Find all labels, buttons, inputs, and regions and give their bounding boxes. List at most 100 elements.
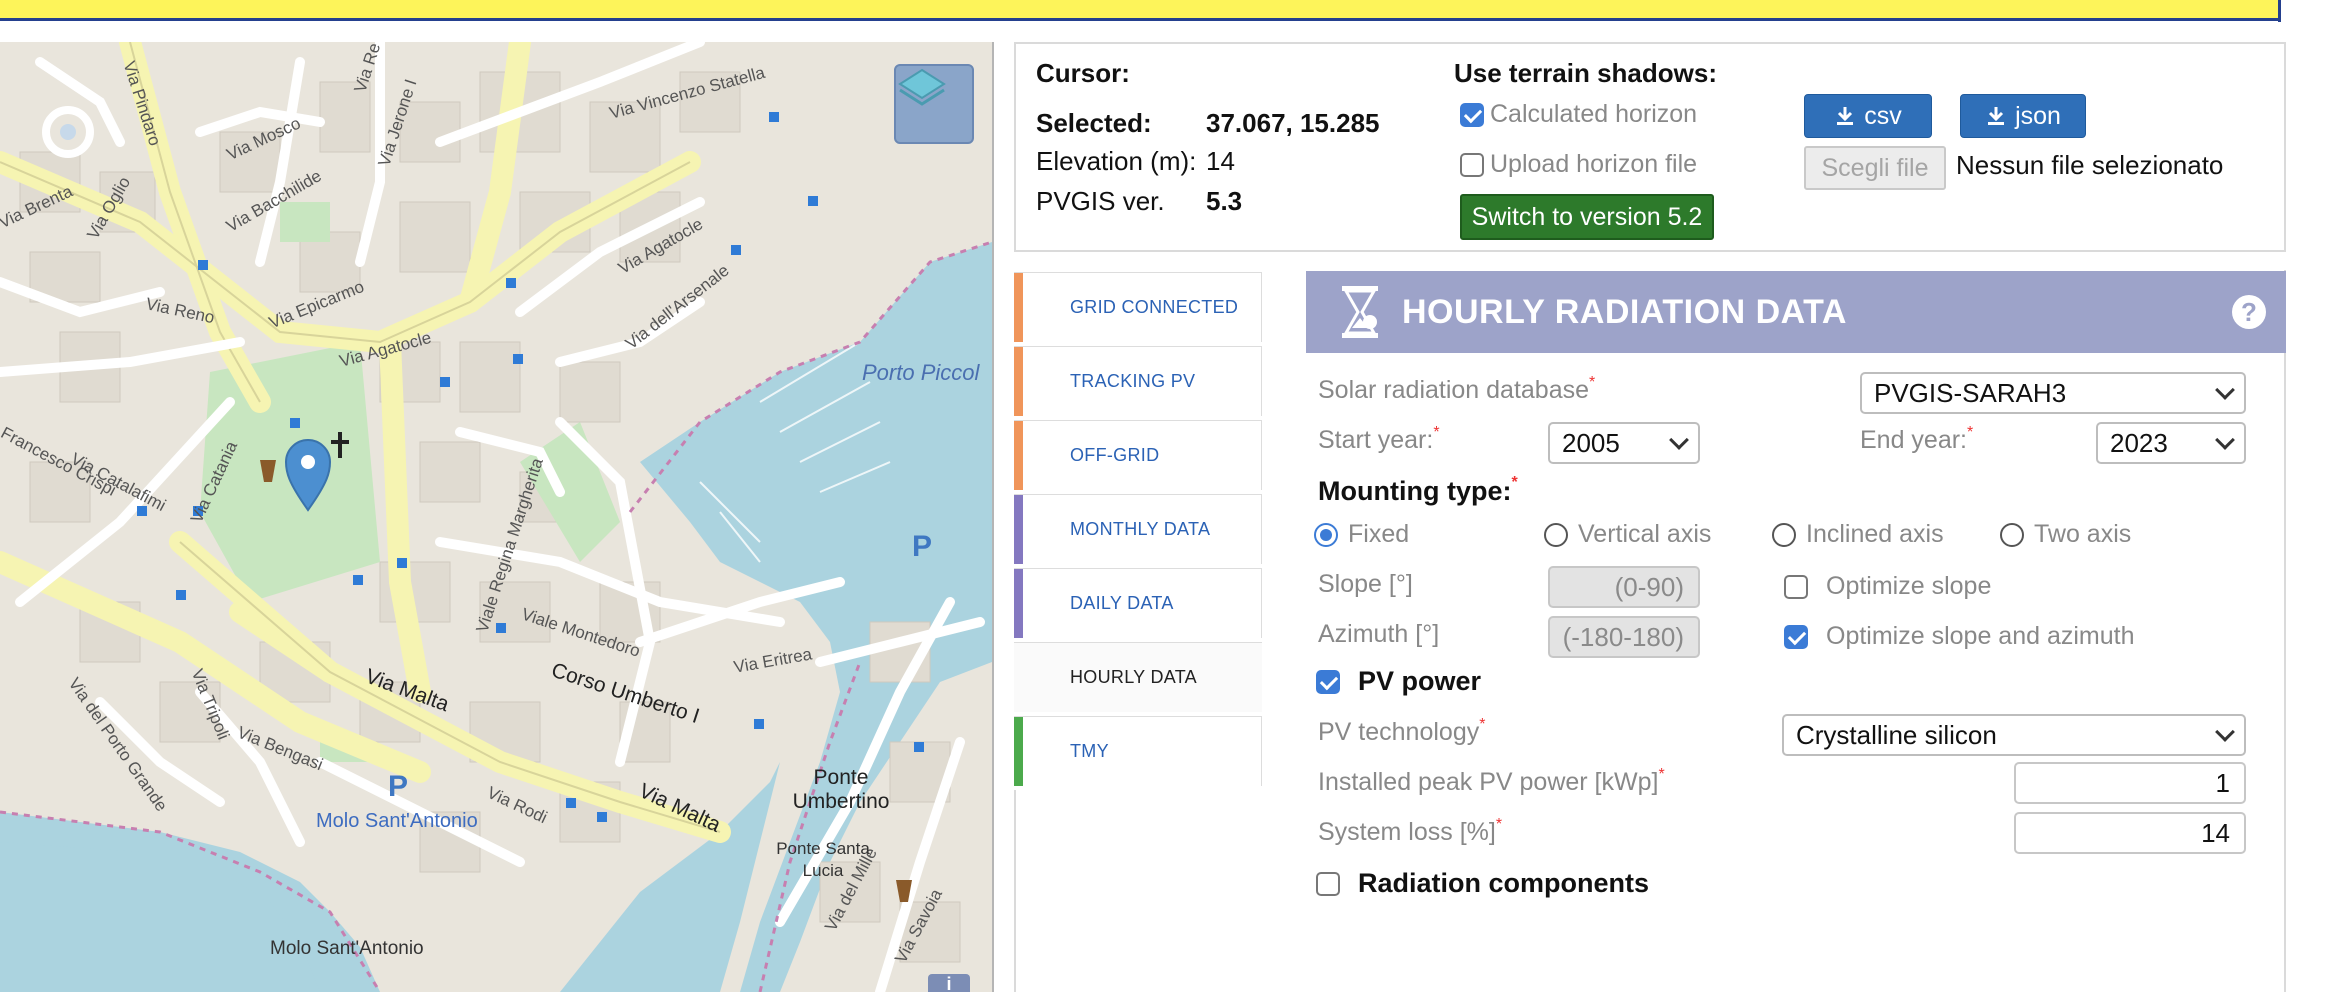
two-axis-label: Two axis (2034, 520, 2132, 548)
mounting-option-vertical-axis[interactable]: Vertical axis (1544, 520, 1711, 549)
download-icon (1988, 107, 2005, 125)
required-mark: * (1433, 424, 1440, 441)
inclined-axis-label: Inclined axis (1806, 520, 1944, 548)
download-json-button[interactable]: json (1960, 94, 2086, 138)
parking-icon: P (912, 530, 933, 563)
optimize-slope-azimuth-option[interactable]: Optimize slope and azimuth (1784, 622, 2134, 651)
panel-border (2284, 270, 2286, 992)
map-place-label: Molo Sant'Antonio (270, 938, 424, 959)
calculated-horizon-checkbox[interactable] (1460, 102, 1484, 127)
layers-button[interactable] (894, 64, 974, 144)
solar-db-value: PVGIS-SARAH3 (1874, 377, 2067, 408)
required-mark: * (1511, 474, 1518, 491)
map-view[interactable]: Via Pindaro Via Re Jerone II Via Vincenz… (0, 42, 994, 992)
chevron-down-icon (2215, 380, 2235, 400)
slope-input[interactable]: (0-90) (1548, 566, 1700, 608)
choose-file-button[interactable]: Scegli file (1804, 146, 1946, 190)
mounting-type-label-text: Mounting type: (1318, 476, 1512, 506)
tab-label: TMY (1070, 741, 1109, 761)
azimuth-input[interactable]: (-180-180) (1548, 616, 1700, 658)
pvgis-version-value: 5.3 (1206, 186, 1243, 216)
selected-coordinates: 37.067, 15.285 (1206, 108, 1380, 138)
required-mark: * (1967, 424, 1974, 441)
top-banner (0, 0, 2280, 21)
csv-label: csv (1864, 101, 1902, 130)
map-info-button[interactable]: i (928, 974, 970, 992)
download-icon (1837, 107, 1854, 125)
mounting-option-inclined-axis[interactable]: Inclined axis (1772, 520, 1944, 549)
pv-technology-select[interactable]: Crystalline silicon (1782, 714, 2246, 756)
optimize-slope-azimuth-label: Optimize slope and azimuth (1826, 622, 2135, 650)
tab-accent (1014, 717, 1023, 786)
pvgis-version-label: PVGIS ver. (1036, 186, 1165, 216)
tab-accent (1014, 569, 1023, 638)
azimuth-label: Azimuth [°] (1318, 620, 1440, 648)
map-place-label: Molo Sant'Antonio (316, 810, 478, 832)
start-year-select[interactable]: 2005 (1548, 422, 1700, 464)
two-axis-radio[interactable] (2000, 522, 2024, 547)
tab-grid-connected[interactable]: GRID CONNECTED (1014, 272, 1262, 342)
system-loss-label: System loss [%]* (1318, 816, 1503, 847)
radiation-components-option[interactable]: Radiation components (1316, 868, 1649, 899)
system-loss-input[interactable]: 14 (2014, 812, 2246, 854)
elevation-label: Elevation (m): (1036, 146, 1197, 176)
peak-power-label-text: Installed peak PV power [kWp] (1318, 768, 1659, 796)
optimize-slope-azimuth-checkbox[interactable] (1784, 624, 1808, 649)
hourglass-icon (1342, 286, 1378, 338)
tab-tracking-pv[interactable]: TRACKING PV (1014, 346, 1262, 416)
peak-power-input[interactable]: 1 (2014, 762, 2246, 804)
start-year-label-text: Start year: (1318, 426, 1434, 454)
end-year-label-text: End year: (1860, 426, 1968, 454)
tab-daily-data[interactable]: DAILY DATA (1014, 568, 1262, 638)
solar-db-label: Solar radiation database* (1318, 374, 1596, 405)
tab-tmy[interactable]: TMY (1014, 716, 1262, 786)
solar-db-select[interactable]: PVGIS-SARAH3 (1860, 372, 2246, 414)
mounting-option-two-axis[interactable]: Two axis (2000, 520, 2131, 549)
tab-accent (1014, 347, 1023, 416)
chevron-down-icon (1669, 430, 1689, 450)
start-year-value: 2005 (1562, 427, 1620, 458)
vertical-axis-radio[interactable] (1544, 522, 1568, 547)
pv-power-checkbox[interactable] (1316, 669, 1340, 694)
fixed-label: Fixed (1348, 520, 1410, 548)
tab-accent (1014, 495, 1023, 564)
terrain-shadows-title: Use terrain shadows: (1454, 58, 1717, 88)
fixed-radio[interactable] (1314, 522, 1338, 547)
pv-technology-label: PV technology* (1318, 716, 1485, 747)
tab-off-grid[interactable]: OFF-GRID (1014, 420, 1262, 490)
selected-label: Selected: (1036, 108, 1152, 138)
calculated-horizon-option[interactable]: Calculated horizon (1460, 100, 1697, 129)
end-year-select[interactable]: 2023 (2096, 422, 2246, 464)
mounting-option-fixed[interactable]: Fixed (1314, 520, 1409, 549)
required-mark: * (1589, 374, 1596, 391)
optimize-slope-label: Optimize slope (1826, 572, 1992, 600)
tab-label: HOURLY DATA (1070, 667, 1197, 687)
parking-icon: P (388, 770, 409, 803)
pv-power-option[interactable]: PV power (1316, 666, 1481, 697)
tab-label: OFF-GRID (1070, 445, 1160, 465)
tab-hourly-data[interactable]: HOURLY DATA (1014, 642, 1262, 712)
download-csv-button[interactable]: csv (1804, 94, 1932, 138)
json-label: json (2015, 101, 2061, 130)
peak-power-label: Installed peak PV power [kWp]* (1318, 766, 1665, 797)
help-icon[interactable]: ? (2232, 295, 2266, 329)
optimize-slope-option[interactable]: Optimize slope (1784, 572, 1991, 601)
inclined-axis-radio[interactable] (1772, 522, 1796, 547)
chevron-down-icon (2215, 430, 2235, 450)
upload-horizon-checkbox[interactable] (1460, 152, 1484, 177)
system-loss-label-text: System loss [%] (1318, 818, 1496, 846)
upload-horizon-option[interactable]: Upload horizon file (1460, 150, 1697, 179)
optimize-slope-checkbox[interactable] (1784, 574, 1808, 599)
pv-technology-value: Crystalline silicon (1796, 719, 1997, 750)
tab-monthly-data[interactable]: MONTHLY DATA (1014, 494, 1262, 564)
required-mark: * (1658, 766, 1665, 783)
mounting-type-label: Mounting type:* (1318, 474, 1518, 507)
switch-version-button[interactable]: Switch to version 5.2 (1460, 194, 1714, 240)
tab-label: GRID CONNECTED (1070, 297, 1239, 317)
pv-power-label: PV power (1358, 666, 1482, 696)
tab-accent (1014, 273, 1023, 342)
cursor-label: Cursor: (1036, 58, 1130, 88)
radiation-components-checkbox[interactable] (1316, 871, 1340, 896)
pv-technology-label-text: PV technology (1318, 718, 1480, 746)
required-mark: * (1495, 816, 1503, 833)
